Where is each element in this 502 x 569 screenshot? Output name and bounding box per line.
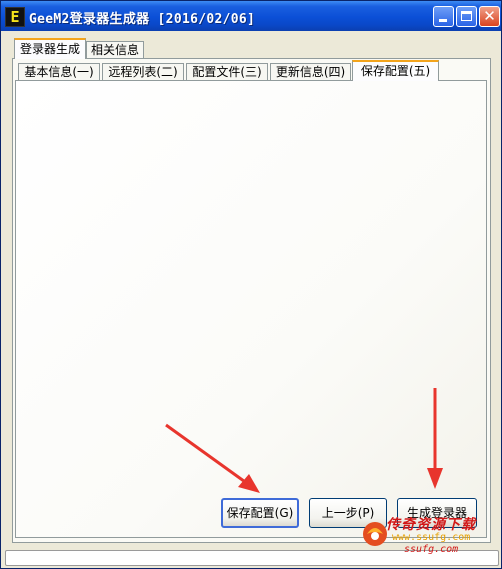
watermark-text: 传奇资源下载 (386, 517, 476, 533)
tab-remote-list[interactable]: 远程列表(二) (102, 63, 184, 81)
tab-config-file[interactable]: 配置文件(三) (186, 63, 268, 81)
watermark-url-secondary: ssufg.com (404, 544, 459, 555)
tab-basic-info[interactable]: 基本信息(一) (18, 63, 100, 81)
save-config-button[interactable]: 保存配置(G) (221, 498, 299, 528)
tab-update-info[interactable]: 更新信息(四) (270, 63, 351, 81)
title-bar[interactable]: E GeeM2登录器生成器 [2016/02/06] ✕ (1, 1, 501, 31)
close-button[interactable]: ✕ (479, 6, 500, 27)
tab-related-info[interactable]: 相关信息 (86, 41, 144, 59)
app-window: E GeeM2登录器生成器 [2016/02/06] ✕ 登录器生成 相关信息 … (0, 0, 502, 569)
minimize-button[interactable] (433, 6, 454, 27)
watermark-url: www.ssufg.com (392, 532, 471, 543)
save-config-panel (15, 80, 487, 538)
watermark: 传奇资源下载 www.ssufg.com ssufg.com (356, 514, 500, 566)
window-title: GeeM2登录器生成器 [2016/02/06] (29, 12, 256, 27)
app-icon: E (5, 7, 25, 27)
tab-generator[interactable]: 登录器生成 (14, 38, 86, 59)
close-icon: ✕ (483, 7, 496, 25)
maximize-icon (461, 11, 472, 21)
maximize-button[interactable] (456, 6, 477, 27)
tab-save-config[interactable]: 保存配置(五) (352, 60, 439, 81)
minimize-icon (439, 19, 447, 22)
